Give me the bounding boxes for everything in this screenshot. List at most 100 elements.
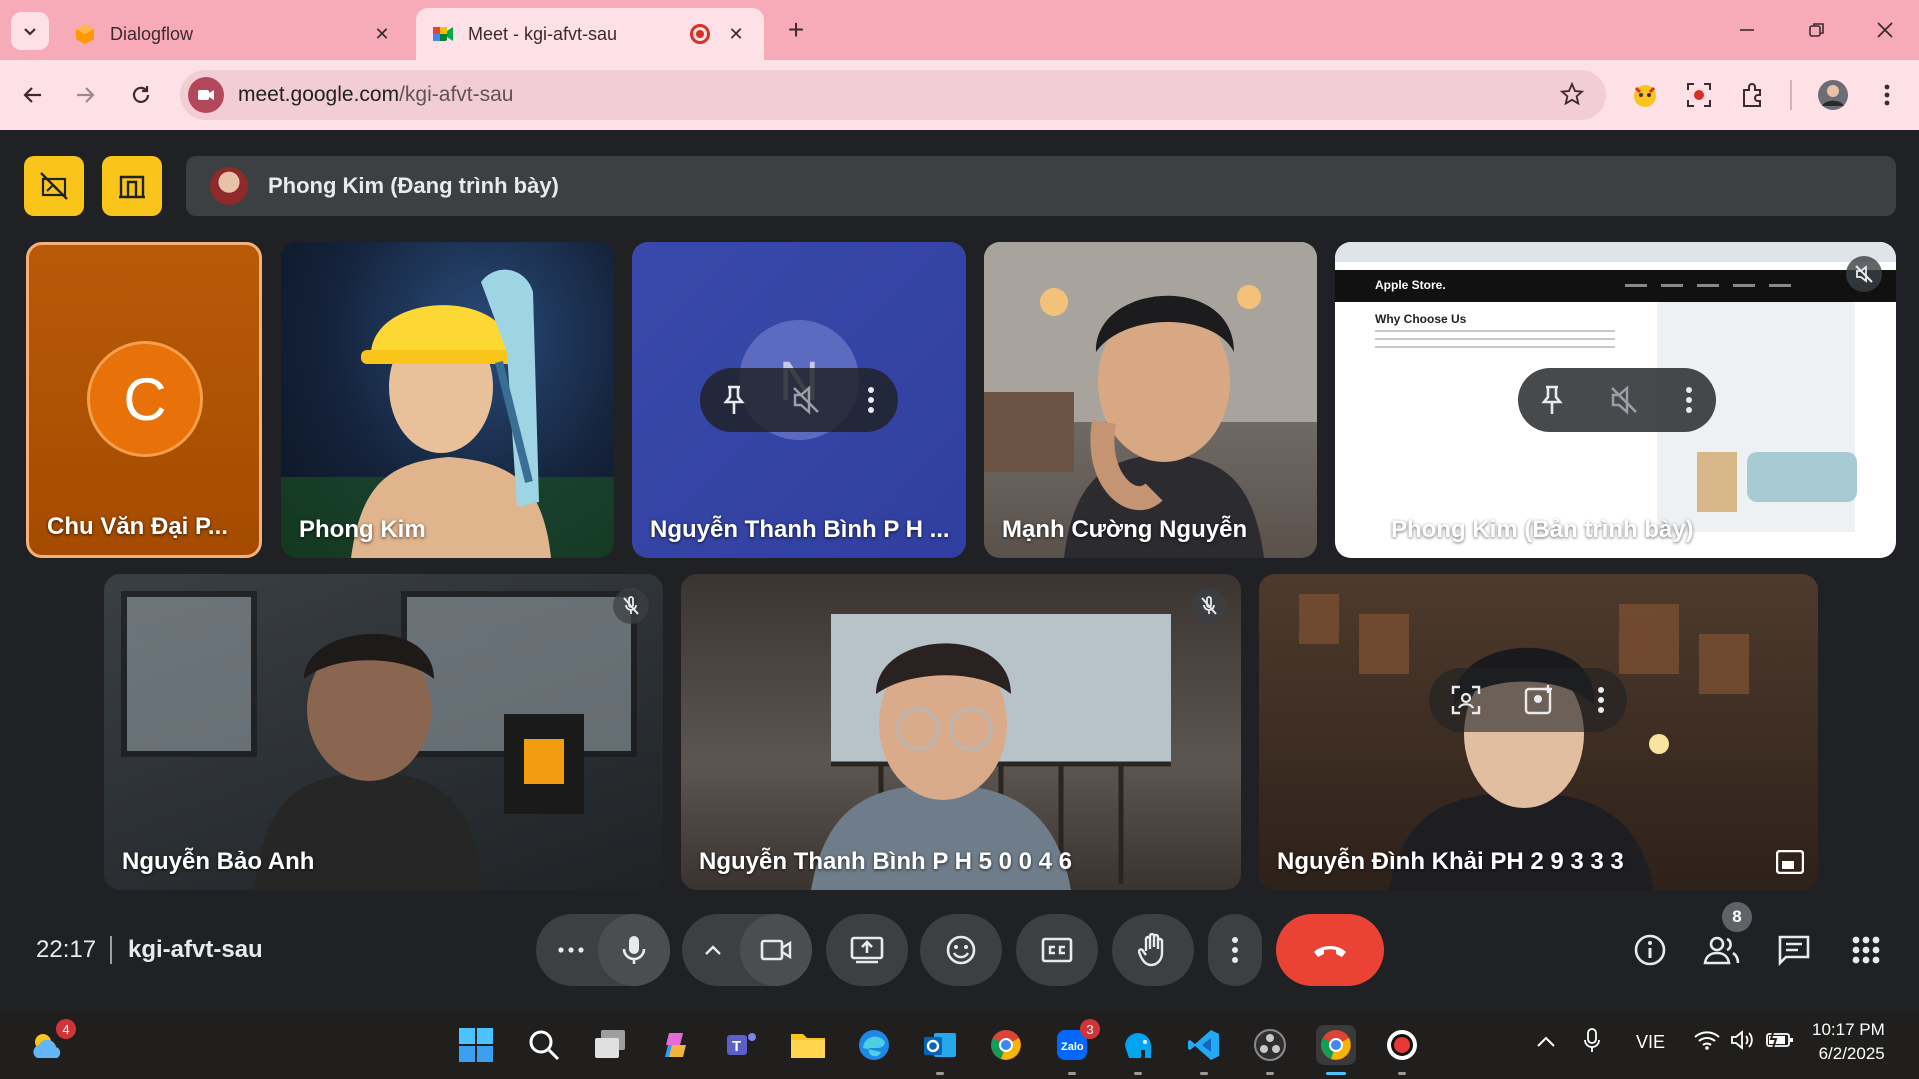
vscode-icon — [1188, 1030, 1219, 1060]
obs-app[interactable] — [1250, 1025, 1290, 1075]
file-explorer-app[interactable] — [788, 1025, 828, 1065]
teams-app[interactable]: T — [722, 1025, 762, 1065]
chrome-active-app[interactable] — [1316, 1025, 1356, 1075]
participant-tile-nguyen-dinh-khai[interactable]: Nguyễn Đình Khải PH 2 9 3 3 3 — [1259, 574, 1818, 890]
participant-tile-nguyen-bao-anh[interactable]: Nguyễn Bảo Anh — [104, 574, 663, 890]
screen-share-tile[interactable]: Apple Store. Why Choose Us Phong Kim (Bả… — [1335, 242, 1896, 558]
app-elephant[interactable] — [1118, 1025, 1158, 1075]
input-language[interactable]: VIE — [1636, 1032, 1665, 1053]
mute-participant-icon[interactable] — [791, 385, 821, 415]
add-to-frame-icon[interactable] — [1524, 685, 1554, 715]
more-options-icon[interactable] — [1685, 386, 1693, 414]
tab-meet[interactable]: Meet - kgi-afvt-sau ✕ — [416, 8, 764, 60]
microphone-button[interactable] — [598, 914, 670, 986]
presenter-avatar — [210, 167, 248, 205]
url-text: meet.google.com/kgi-afvt-sau — [238, 83, 513, 107]
shared-browser-chrome — [1335, 242, 1896, 262]
camera-button[interactable] — [740, 914, 812, 986]
start-button[interactable] — [456, 1025, 496, 1065]
meeting-details-button[interactable] — [1630, 930, 1670, 970]
copilot-app[interactable] — [656, 1025, 696, 1065]
back-button[interactable] — [14, 76, 52, 114]
bookmark-star-icon[interactable] — [1559, 81, 1585, 113]
running-indicator — [1266, 1072, 1274, 1075]
visual-effects-off-button[interactable] — [24, 156, 84, 216]
participant-video — [1299, 594, 1749, 890]
raise-hand-button[interactable] — [1112, 914, 1194, 986]
more-options-icon[interactable] — [867, 386, 875, 414]
participant-tile-nguyen-thanh-binh-ph50046[interactable]: Nguyễn Thanh Bình P H 5 0 0 4 6 — [681, 574, 1241, 890]
present-screen-button[interactable] — [826, 914, 908, 986]
forward-button[interactable] — [66, 76, 104, 114]
show-hidden-icons-button[interactable] — [1536, 1032, 1556, 1053]
task-view-button[interactable] — [590, 1025, 630, 1065]
frame-person-icon[interactable] — [1451, 685, 1481, 715]
battery-status[interactable] — [1766, 1029, 1794, 1055]
participant-name: Phong Kim (Bản trình bày) — [1391, 516, 1694, 543]
site-camera-icon[interactable] — [188, 77, 224, 113]
tab-search-button[interactable] — [11, 12, 49, 50]
restore-window-button[interactable] — [1794, 10, 1840, 50]
reload-button[interactable] — [122, 76, 160, 114]
leave-call-button[interactable] — [1276, 914, 1384, 986]
vscode-app[interactable] — [1184, 1025, 1224, 1075]
outlook-app[interactable] — [920, 1025, 960, 1075]
extension-character-icon[interactable] — [1626, 76, 1664, 114]
more-options-icon[interactable] — [1597, 686, 1605, 714]
captions-button[interactable] — [1016, 914, 1098, 986]
mute-audio-icon[interactable] — [1609, 385, 1639, 415]
present-to-all-icon — [1353, 518, 1381, 540]
record-icon — [1387, 1030, 1417, 1060]
zalo-app[interactable]: Zalo 3 — [1052, 1019, 1100, 1075]
reactions-button[interactable] — [920, 914, 1002, 986]
browser-toolbar: meet.google.com/kgi-afvt-sau — [0, 60, 1919, 130]
layout-icon — [119, 175, 145, 199]
volume-status[interactable] — [1730, 1030, 1754, 1055]
tab-dialogflow[interactable]: Dialogflow ✕ — [58, 8, 410, 60]
profile-avatar[interactable] — [1814, 76, 1852, 114]
picture-in-picture-icon[interactable] — [1776, 850, 1804, 874]
address-bar[interactable]: meet.google.com/kgi-afvt-sau — [180, 70, 1606, 120]
microphone-icon — [622, 936, 646, 964]
close-tab-icon[interactable]: ✕ — [724, 22, 748, 46]
taskbar-clock[interactable]: 10:17 PM 6/2/2025 — [1812, 1018, 1885, 1066]
pin-icon[interactable] — [1541, 385, 1563, 415]
info-icon — [1634, 934, 1666, 966]
weather-widget[interactable]: 4 — [28, 1019, 76, 1065]
activities-button[interactable] — [1846, 930, 1886, 970]
extensions-puzzle-icon[interactable] — [1734, 76, 1772, 114]
chat-button[interactable] — [1774, 930, 1814, 970]
screen-capture-extension-icon[interactable] — [1680, 76, 1718, 114]
pin-icon[interactable] — [723, 385, 745, 415]
people-button[interactable] — [1702, 930, 1742, 970]
close-window-button[interactable] — [1862, 10, 1908, 50]
shared-site-heading: Why Choose Us — [1375, 312, 1467, 326]
participant-tile-phong-kim[interactable]: Phong Kim — [281, 242, 614, 558]
screen-recorder-app[interactable] — [1382, 1025, 1422, 1075]
active-indicator — [1326, 1072, 1346, 1075]
close-tab-icon[interactable]: ✕ — [370, 22, 394, 46]
chevron-up-icon[interactable] — [704, 944, 722, 956]
microphone-in-use-indicator[interactable] — [1584, 1028, 1600, 1059]
shared-site-paragraph — [1375, 330, 1615, 352]
edge-app[interactable] — [854, 1025, 894, 1065]
wifi-status[interactable] — [1694, 1030, 1720, 1055]
presenting-banner[interactable]: Phong Kim (Đang trình bày) — [186, 156, 1896, 216]
participant-tile-nguyen-thanh-binh[interactable]: N Nguyễn Thanh Bình P H ... — [632, 242, 966, 558]
participant-tile-chu-van-dai[interactable]: C Chu Văn Đại P... — [26, 242, 262, 558]
close-icon — [1877, 22, 1893, 38]
reload-icon — [132, 86, 150, 103]
minimize-window-button[interactable] — [1724, 10, 1770, 50]
copilot-icon — [665, 1033, 686, 1057]
layout-button[interactable] — [102, 156, 162, 216]
new-tab-button[interactable]: + — [780, 14, 812, 46]
divider — [110, 936, 112, 964]
browser-tab-strip: Dialogflow ✕ Meet - kgi-afvt-sau ✕ + — [0, 0, 1919, 60]
chrome-app[interactable] — [986, 1025, 1026, 1065]
participant-tile-manh-cuong-nguyen[interactable]: Mạnh Cường Nguyễn — [984, 242, 1317, 558]
running-indicator — [1134, 1072, 1142, 1075]
audio-settings-more-icon[interactable] — [558, 947, 584, 953]
browser-menu-icon[interactable] — [1868, 76, 1906, 114]
taskbar-search[interactable] — [524, 1025, 564, 1065]
more-options-button[interactable] — [1208, 914, 1262, 986]
